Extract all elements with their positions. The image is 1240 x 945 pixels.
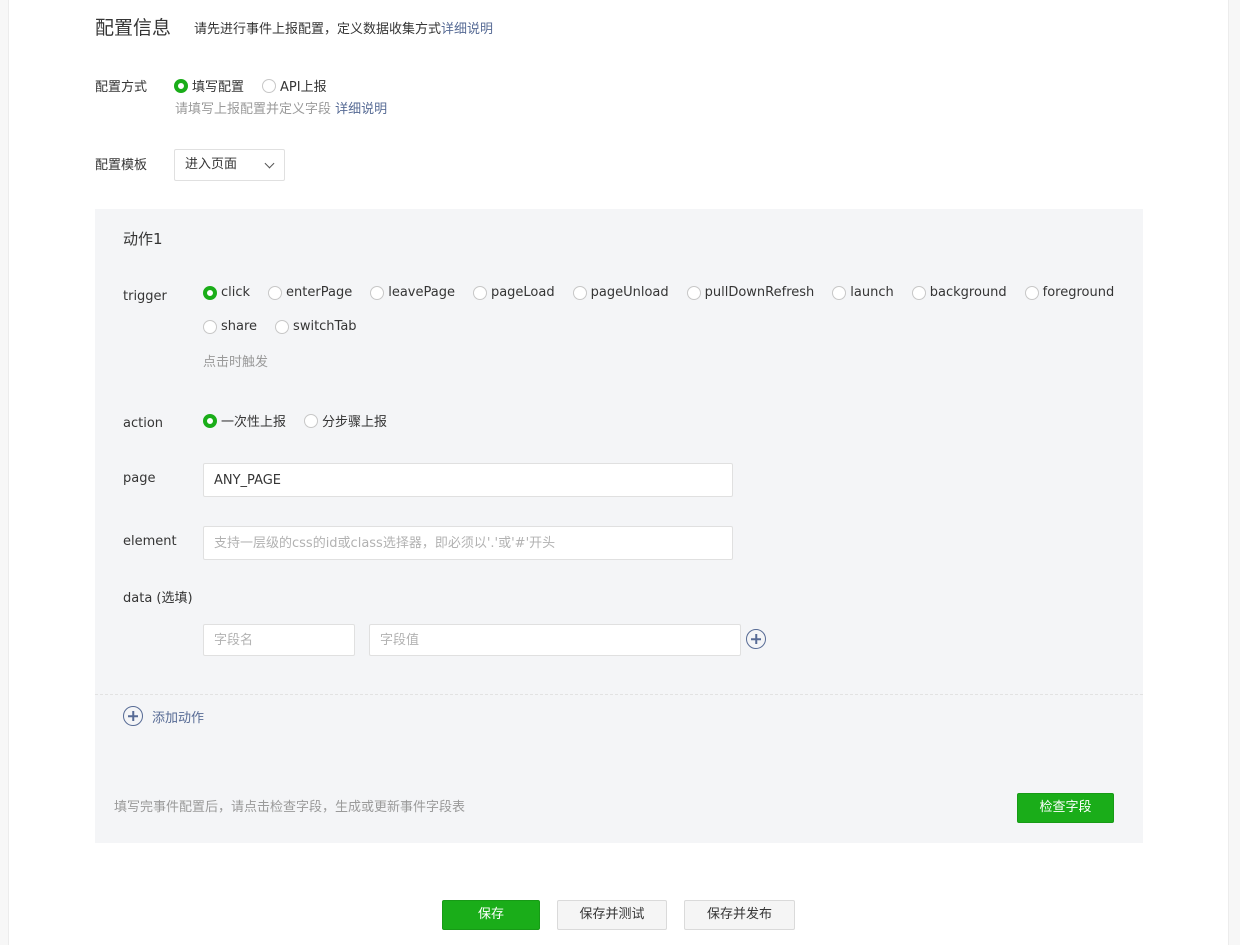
radio-trigger-switchtab[interactable]: switchTab <box>275 319 357 334</box>
element-label: element <box>123 534 177 549</box>
action-divider <box>95 694 1143 695</box>
radio-unchecked-icon <box>1024 285 1039 300</box>
template-select[interactable]: 进入页面 <box>174 149 285 181</box>
radio-unchecked-icon <box>370 285 385 300</box>
chevron-down-icon <box>264 158 275 169</box>
radio-trigger-foreground[interactable]: foreground <box>1024 285 1114 300</box>
header-detail-link[interactable]: 详细说明 <box>441 22 493 37</box>
add-action-label: 添加动作 <box>152 710 205 726</box>
add-action-plus-icon <box>123 706 143 726</box>
page-title: 配置信息 <box>95 17 172 39</box>
header-tip-text: 请先进行事件上报配置，定义数据收集方式 <box>194 22 442 37</box>
check-fields-button[interactable]: 检查字段 <box>1017 793 1114 823</box>
page-input[interactable] <box>203 463 733 497</box>
radio-action-stepwise[interactable]: 分步骤上报 <box>304 411 387 430</box>
config-mode-hint: 请填写上报配置并定义字段 详细说明 <box>175 102 388 117</box>
save-and-publish-button[interactable]: 保存并发布 <box>684 900 795 930</box>
radio-unchecked-icon <box>911 285 926 300</box>
field-name-input[interactable] <box>203 624 355 656</box>
radio-trigger-share[interactable]: share <box>203 319 257 334</box>
header-tip: 请先进行事件上报配置，定义数据收集方式详细说明 <box>194 20 493 40</box>
add-field-plus-icon[interactable] <box>746 629 766 649</box>
radio-unchecked-icon <box>304 413 319 428</box>
trigger-radio-group-row2: share switchTab <box>203 319 375 334</box>
trigger-hint: 点击时触发 <box>203 355 269 370</box>
radio-unchecked-icon <box>268 285 283 300</box>
radio-checked-icon <box>203 285 217 300</box>
radio-trigger-pulldownrefresh[interactable]: pullDownRefresh <box>686 285 814 300</box>
page-label: page <box>123 471 156 486</box>
radio-trigger-enterpage[interactable]: enterPage <box>268 285 352 300</box>
radio-trigger-pageunload[interactable]: pageUnload <box>572 285 669 300</box>
radio-unchecked-icon <box>572 285 587 300</box>
config-mode-radio-group: 填写配置 API上报 <box>174 76 345 95</box>
save-button[interactable]: 保存 <box>442 900 540 930</box>
action-radio-group: 一次性上报 分步骤上报 <box>203 411 405 430</box>
trigger-label: trigger <box>123 289 167 304</box>
field-value-input[interactable] <box>369 624 741 656</box>
radio-api-report[interactable]: API上报 <box>262 76 327 95</box>
trigger-radio-group-row1: click enterPage leavePage pageLoad pageU… <box>203 285 1132 300</box>
radio-trigger-leavepage[interactable]: leavePage <box>370 285 455 300</box>
element-input[interactable] <box>203 526 733 560</box>
radio-checked-icon <box>203 413 217 428</box>
radio-unchecked-icon <box>203 319 217 334</box>
radio-unchecked-icon <box>275 319 290 334</box>
radio-trigger-click[interactable]: click <box>203 285 250 300</box>
template-label: 配置模板 <box>95 158 148 173</box>
radio-action-once[interactable]: 一次性上报 <box>203 411 286 430</box>
radio-checked-icon <box>174 78 188 93</box>
radio-unchecked-icon <box>472 285 487 300</box>
radio-unchecked-icon <box>686 285 701 300</box>
radio-trigger-pageload[interactable]: pageLoad <box>472 285 555 300</box>
radio-trigger-background[interactable]: background <box>911 285 1007 300</box>
config-mode-label: 配置方式 <box>95 80 148 95</box>
action-title: 动作1 <box>123 230 163 248</box>
config-mode-detail-link[interactable]: 详细说明 <box>335 102 387 117</box>
template-selected-value: 进入页面 <box>185 157 238 172</box>
radio-unchecked-icon <box>832 285 847 300</box>
check-hint: 填写完事件配置后，请点击检查字段，生成或更新事件字段表 <box>114 800 466 815</box>
data-label: data (选填) <box>123 591 193 606</box>
radio-trigger-launch[interactable]: launch <box>832 285 894 300</box>
radio-unchecked-icon <box>262 78 277 93</box>
action-label: action <box>123 416 164 431</box>
save-and-test-button[interactable]: 保存并测试 <box>557 900 667 930</box>
add-action-button[interactable]: 添加动作 <box>123 706 204 726</box>
radio-fill-config[interactable]: 填写配置 <box>174 76 244 95</box>
